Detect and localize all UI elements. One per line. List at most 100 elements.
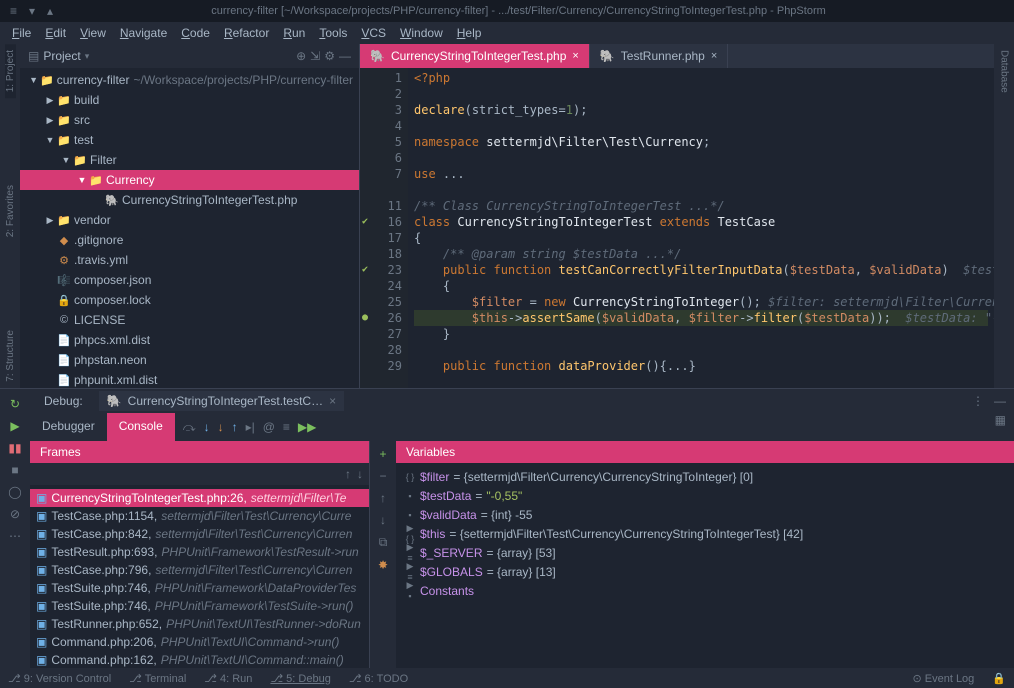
next-frame-icon[interactable]: ↓ bbox=[357, 467, 363, 481]
console-tab[interactable]: Console bbox=[107, 413, 175, 441]
status-item[interactable]: ⎇ 9: Version Control bbox=[8, 672, 111, 685]
frame-icon: ▣ bbox=[36, 635, 47, 649]
stack-frame[interactable]: ▣TestCase.php:842, settermjd\Filter\Test… bbox=[30, 525, 369, 543]
step-over-icon[interactable]: ⤼ bbox=[183, 420, 196, 435]
mark-watch-icon[interactable]: ✸ bbox=[378, 558, 388, 572]
resume-icon[interactable]: ▶ bbox=[10, 419, 19, 433]
tree-row[interactable]: 🐘CurrencyStringToIntegerTest.php bbox=[20, 190, 359, 210]
tree-row[interactable]: ◆.gitignore bbox=[20, 230, 359, 250]
tree-row[interactable]: ▼📁test bbox=[20, 130, 359, 150]
lock-icon[interactable]: 🔒 bbox=[992, 672, 1006, 685]
tree-row[interactable]: ⚙.travis.yml bbox=[20, 250, 359, 270]
status-item[interactable]: ⎇ 6: TODO bbox=[349, 672, 408, 685]
collapse-icon[interactable]: ⇲ bbox=[310, 49, 320, 63]
evaluate-icon[interactable]: @ bbox=[263, 420, 275, 434]
run-to-cursor-icon[interactable]: ▸| bbox=[246, 420, 255, 434]
rerun-icon[interactable]: ↻ bbox=[10, 397, 20, 411]
watch-icon[interactable]: ≡ bbox=[283, 420, 290, 434]
tool-database[interactable]: Database bbox=[999, 44, 1010, 99]
copy-watch-icon[interactable]: ⧉ bbox=[379, 535, 388, 550]
tree-row[interactable]: ▼📁Currency bbox=[20, 170, 359, 190]
menu-bar: FileEditViewNavigateCodeRefactorRunTools… bbox=[0, 22, 1014, 44]
menu-edit[interactable]: Edit bbox=[39, 24, 72, 42]
stack-frame[interactable]: ▣TestSuite.php:746, PHPUnit\Framework\Te… bbox=[30, 597, 369, 615]
status-item[interactable]: ⎇ 4: Run bbox=[204, 672, 252, 685]
variable-row[interactable]: ▪ $testData = "-0,55" bbox=[404, 486, 1006, 505]
menu-refactor[interactable]: Refactor bbox=[218, 24, 275, 42]
step-into-icon[interactable]: ↓ bbox=[204, 420, 210, 434]
minimize-icon[interactable]: ▾ bbox=[29, 4, 35, 18]
stack-frame[interactable]: ▣TestSuite.php:746, PHPUnit\Framework\Da… bbox=[30, 579, 369, 597]
variable-row[interactable]: ▶ { } $this = {settermjd\Filter\Test\Cur… bbox=[404, 524, 1006, 543]
menu-view[interactable]: View bbox=[74, 24, 112, 42]
close-icon[interactable]: × bbox=[572, 50, 578, 62]
layout-icon[interactable]: ▦ bbox=[995, 413, 1014, 441]
debug-run-tab[interactable]: 🐘 CurrencyStringToIntegerTest.testC… × bbox=[99, 391, 344, 411]
menu-code[interactable]: Code bbox=[175, 24, 216, 42]
stack-frame[interactable]: ▣Command.php:206, PHPUnit\TextUI\Command… bbox=[30, 633, 369, 651]
force-step-into-icon[interactable]: ↓ bbox=[218, 420, 224, 434]
debug-more-icon[interactable]: ⋮ bbox=[972, 394, 984, 408]
mute-breakpoints-icon[interactable]: ⊘ bbox=[10, 507, 20, 521]
view-breakpoints-icon[interactable]: ◯ bbox=[8, 485, 21, 499]
stack-frame[interactable]: ▣TestResult.php:693, PHPUnit\Framework\T… bbox=[30, 543, 369, 561]
menu-window[interactable]: Window bbox=[394, 24, 449, 42]
stop-icon[interactable]: ■ bbox=[11, 463, 18, 477]
tree-row[interactable]: ▼📁currency-filter~/Workspace/projects/PH… bbox=[20, 70, 359, 90]
variable-row[interactable]: ▶ ▪ Constants bbox=[404, 581, 1006, 600]
up-watch-icon[interactable]: ↑ bbox=[380, 491, 386, 505]
status-item[interactable]: ⎇ 5: Debug bbox=[270, 672, 330, 685]
tree-row[interactable]: 📄phpstan.neon bbox=[20, 350, 359, 370]
menu-help[interactable]: Help bbox=[451, 24, 488, 42]
tree-row[interactable]: ▶📁build bbox=[20, 90, 359, 110]
tree-row[interactable]: 🔒composer.lock bbox=[20, 290, 359, 310]
pause-icon[interactable]: ▮▮ bbox=[8, 441, 21, 455]
stack-frame[interactable]: ▣TestCase.php:1154, settermjd\Filter\Tes… bbox=[30, 507, 369, 525]
tree-row[interactable]: ▼📁Filter bbox=[20, 150, 359, 170]
maximize-icon[interactable]: ▴ bbox=[47, 4, 53, 18]
editor-tab[interactable]: 🐘TestRunner.php× bbox=[590, 44, 728, 68]
menu-file[interactable]: File bbox=[6, 24, 37, 42]
variable-row[interactable]: ▶ ≡ $_SERVER = {array} [53] bbox=[404, 543, 1006, 562]
menu-navigate[interactable]: Navigate bbox=[114, 24, 173, 42]
tool-project[interactable]: 1: Project bbox=[5, 44, 16, 98]
hide-icon[interactable]: — bbox=[339, 49, 351, 63]
remove-watch-icon[interactable]: − bbox=[379, 469, 386, 483]
variable-row[interactable]: ▪ $validData = {int} -55 bbox=[404, 505, 1006, 524]
stack-frame[interactable]: ▣Command.php:162, PHPUnit\TextUI\Command… bbox=[30, 651, 369, 668]
settings-debug-icon[interactable]: ⋯ bbox=[9, 529, 21, 543]
tree-row[interactable]: ©LICENSE bbox=[20, 310, 359, 330]
stack-frame[interactable]: ▣TestRunner.php:652, PHPUnit\TextUI\Test… bbox=[30, 615, 369, 633]
menu-vcs[interactable]: VCS bbox=[355, 24, 392, 42]
gear-icon[interactable]: ⚙ bbox=[324, 49, 335, 63]
target-icon[interactable]: ⊕ bbox=[296, 49, 306, 63]
tree-row[interactable]: 🎼composer.json bbox=[20, 270, 359, 290]
debug-hide-icon[interactable]: — bbox=[994, 394, 1006, 408]
stack-frame[interactable]: ▣CurrencyStringToIntegerTest.php:26, set… bbox=[30, 489, 369, 507]
tree-row[interactable]: ▶📁src bbox=[20, 110, 359, 130]
prev-frame-icon[interactable]: ↑ bbox=[345, 467, 351, 481]
variable-row[interactable]: { } $filter = {settermjd\Filter\Currency… bbox=[404, 467, 1006, 486]
editor-tab[interactable]: 🐘CurrencyStringToIntegerTest.php× bbox=[360, 44, 590, 68]
tool-structure[interactable]: 7: Structure bbox=[5, 324, 16, 388]
close-icon[interactable]: × bbox=[711, 50, 717, 62]
tree-row[interactable]: ▶📁vendor bbox=[20, 210, 359, 230]
menu-run[interactable]: Run bbox=[277, 24, 311, 42]
code-content[interactable]: <?phpdeclare(strict_types=1);namespace s… bbox=[408, 68, 994, 388]
down-watch-icon[interactable]: ↓ bbox=[380, 513, 386, 527]
window-menu-icon[interactable]: ≡ bbox=[10, 4, 17, 18]
add-watch-icon[interactable]: + bbox=[379, 447, 386, 461]
status-item[interactable]: ⎇ Terminal bbox=[129, 672, 186, 685]
tool-favorites[interactable]: 2: Favorites bbox=[5, 179, 16, 243]
stack-frame[interactable]: ▣TestCase.php:796, settermjd\Filter\Test… bbox=[30, 561, 369, 579]
tree-row[interactable]: 📄phpcs.xml.dist bbox=[20, 330, 359, 350]
close-icon[interactable]: × bbox=[329, 394, 336, 408]
event-log[interactable]: ⊙ Event Log bbox=[912, 672, 974, 685]
variable-row[interactable]: ▶ ≡ $GLOBALS = {array} [13] bbox=[404, 562, 1006, 581]
debugger-tab[interactable]: Debugger bbox=[30, 413, 107, 441]
dropdown-icon[interactable]: ▾ bbox=[85, 51, 90, 62]
menu-tools[interactable]: Tools bbox=[313, 24, 353, 42]
resume2-icon[interactable]: ▶▶ bbox=[298, 420, 316, 434]
step-out-icon[interactable]: ↑ bbox=[232, 420, 238, 434]
tree-row[interactable]: 📄phpunit.xml.dist bbox=[20, 370, 359, 388]
